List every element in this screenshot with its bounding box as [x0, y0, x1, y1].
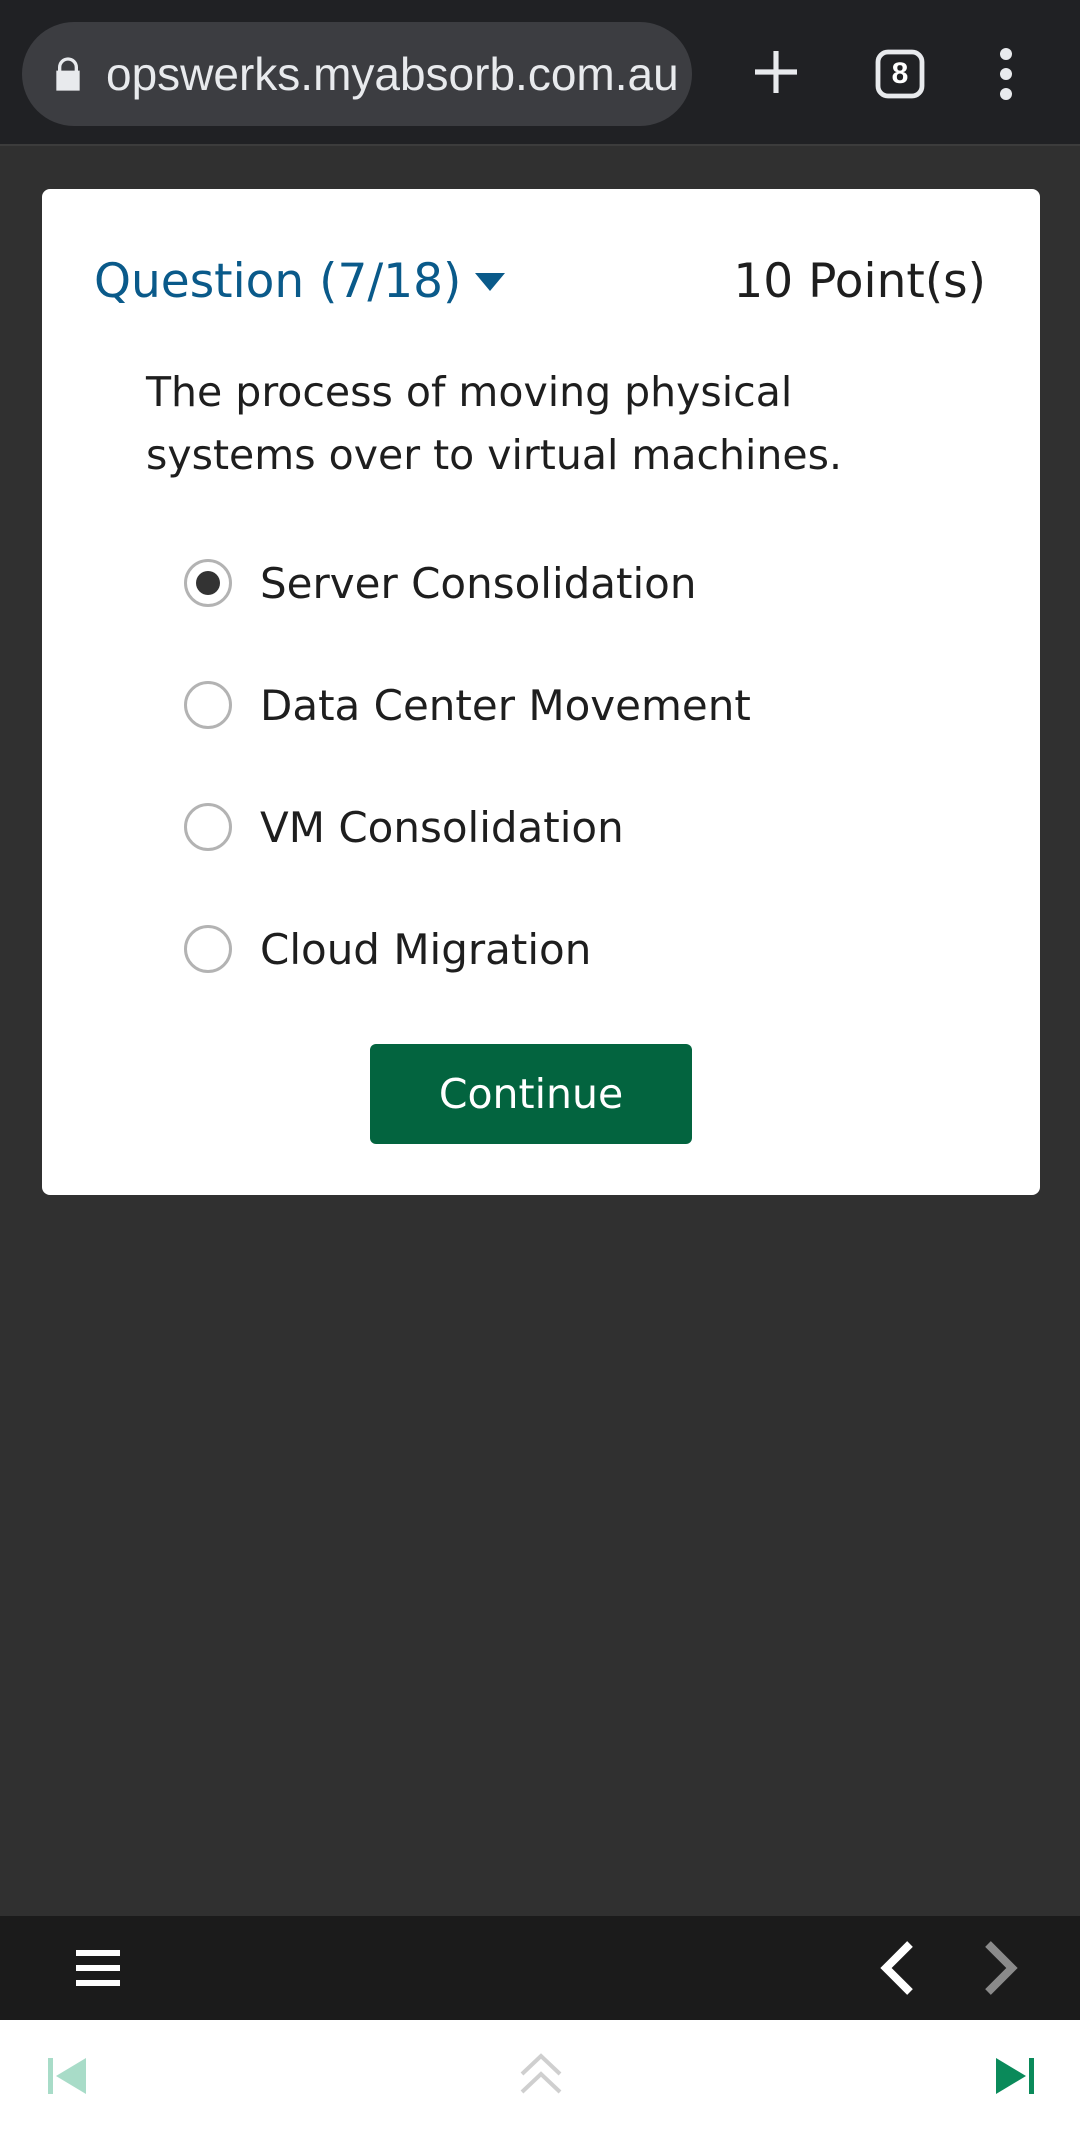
option-label: Data Center Movement	[260, 680, 751, 730]
bottom-toolbar	[0, 1916, 1080, 2020]
lock-icon	[56, 57, 80, 91]
points-label: 10 Point(s)	[733, 254, 986, 309]
radio-button[interactable]	[184, 681, 232, 729]
caret-down-icon	[475, 273, 506, 291]
option-label: Server Consolidation	[260, 558, 697, 608]
question-dropdown[interactable]: Question (7/18)	[94, 247, 506, 317]
answer-option[interactable]: Data Center Movement	[184, 665, 944, 745]
url-bar[interactable]: opswerks.myabsorb.com.au	[22, 22, 692, 126]
question-text: The process of moving physical systems o…	[146, 368, 842, 479]
browser-toolbar: opswerks.myabsorb.com.au 8	[0, 0, 1080, 146]
answer-option[interactable]: VM Consolidation	[184, 787, 944, 867]
continue-button[interactable]: Continue	[370, 1044, 692, 1144]
plus-icon[interactable]	[748, 44, 804, 100]
answer-option[interactable]: Cloud Migration	[184, 909, 944, 989]
option-label: VM Consolidation	[260, 802, 624, 852]
question-number: Question (7/18)	[94, 254, 462, 309]
hamburger-icon[interactable]	[76, 1948, 120, 1988]
player-bar	[0, 2020, 1080, 2131]
chevron-right-icon[interactable]	[980, 1940, 1020, 1996]
skip-previous-icon[interactable]	[46, 2056, 88, 2096]
skip-next-icon[interactable]	[994, 2056, 1036, 2096]
tab-count[interactable]: 8	[874, 48, 926, 100]
more-vert-icon[interactable]	[986, 46, 1026, 102]
radio-button-selected[interactable]	[184, 559, 232, 607]
question-card: Question (7/18) 10 Point(s) The process …	[42, 189, 1040, 1195]
chevron-left-icon[interactable]	[878, 1940, 918, 1996]
option-label: Cloud Migration	[260, 924, 592, 974]
url-text: opswerks.myabsorb.com.au	[106, 48, 679, 100]
radio-button[interactable]	[184, 925, 232, 973]
radio-button[interactable]	[184, 803, 232, 851]
answer-option[interactable]: Server Consolidation	[184, 543, 944, 623]
double-chevron-up-icon[interactable]	[518, 2050, 564, 2100]
